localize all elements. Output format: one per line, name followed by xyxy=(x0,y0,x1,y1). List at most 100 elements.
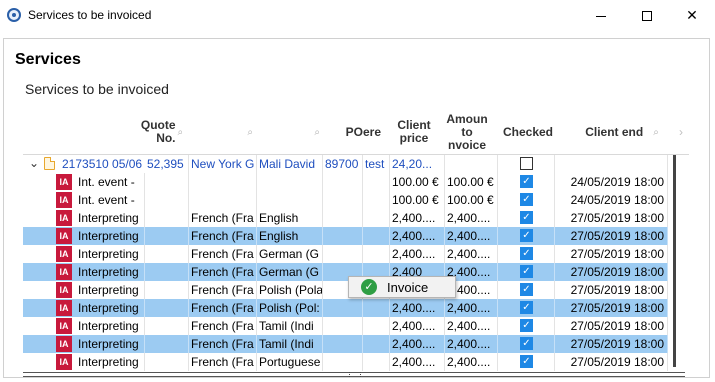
filter-search-icon[interactable]: ⌕ xyxy=(653,126,659,139)
checked-checkbox[interactable]: ✓ xyxy=(520,265,533,278)
client-price-cell: 100.00 € xyxy=(390,191,445,209)
column-header-quote-no[interactable]: Quote No. ⌕ xyxy=(141,109,183,155)
amount-cell: 2,400.... xyxy=(445,317,498,335)
column-header-checked[interactable]: Checked xyxy=(499,109,557,155)
filter-search-icon[interactable]: ⌕ xyxy=(178,126,183,139)
group-contact[interactable]: Mali David xyxy=(257,155,323,173)
ere-cell xyxy=(363,245,390,263)
chevron-down-icon[interactable]: ⌄ xyxy=(29,156,39,170)
quote-cell xyxy=(145,281,189,299)
table-row[interactable]: IA Int. event - 100.00 €100.00 € 24/05/2019… xyxy=(23,173,668,191)
checked-checkbox[interactable]: ✓ xyxy=(520,355,533,368)
ere-cell xyxy=(363,209,390,227)
amount-cell: 2,400.... xyxy=(445,245,498,263)
source-language-cell: French (Fra xyxy=(189,263,257,281)
quote-cell xyxy=(145,209,189,227)
po-cell xyxy=(323,299,363,317)
invoice-button[interactable]: ✓ Invoice xyxy=(348,276,456,298)
group-quote-no: 52,395 xyxy=(145,155,189,173)
client-price-cell: 2,400.... xyxy=(390,353,445,371)
checked-checkbox[interactable]: ✓ xyxy=(520,229,533,242)
column-header-client[interactable]: ⌕ xyxy=(185,109,253,155)
quote-cell xyxy=(145,263,189,281)
interpreting-service-icon: IA xyxy=(56,228,72,244)
minimize-button[interactable] xyxy=(578,0,624,31)
group-row[interactable]: ⌄ 2173510 05/06 52,395 New York G Mali D… xyxy=(23,155,668,173)
table-row[interactable]: IA Interpreting French (Fra Polish (Pola 2,4… xyxy=(23,281,668,299)
checked-checkbox[interactable]: ✓ xyxy=(520,175,533,188)
table-row[interactable]: IA Interpreting French (Fra English 2,400...… xyxy=(23,209,668,227)
target-language-cell xyxy=(257,191,323,209)
source-language-cell: French (Fra xyxy=(189,335,257,353)
client-end-cell: 24/05/2019 18:00 xyxy=(555,173,668,191)
checked-checkbox[interactable]: ✓ xyxy=(520,247,533,260)
source-language-cell xyxy=(189,173,257,191)
quote-cell xyxy=(145,191,189,209)
filter-search-icon[interactable]: ⌕ xyxy=(314,126,320,139)
client-end-cell: 24/05/2019 18:00 xyxy=(555,191,668,209)
window-title: Services to be invoiced xyxy=(28,8,152,22)
service-cell: Interpreting xyxy=(76,263,145,281)
column-header-ere[interactable]: ere xyxy=(363,109,385,155)
quote-cell xyxy=(145,353,189,371)
column-header-po[interactable]: PO xyxy=(323,109,363,155)
service-cell: Interpreting xyxy=(76,299,145,317)
ere-cell xyxy=(363,317,390,335)
amount-cell: 2,400.... xyxy=(445,353,498,371)
table-row[interactable]: IA Interpreting French (Fra German (G 2,400.… xyxy=(23,245,668,263)
maximize-button[interactable] xyxy=(624,0,670,31)
service-cell: Interpreting xyxy=(76,335,145,353)
target-language-cell: German (G xyxy=(257,245,323,263)
service-cell: Interpreting xyxy=(76,353,145,371)
scrollbar-grip[interactable] xyxy=(349,372,361,377)
target-language-cell: English xyxy=(257,209,323,227)
checked-checkbox[interactable]: ✓ xyxy=(520,193,533,206)
section-subtitle: Services to be invoiced xyxy=(25,81,169,97)
interpreting-service-icon: IA xyxy=(56,192,72,208)
group-po: 89700 xyxy=(323,155,363,173)
column-header-client-end[interactable]: Client end ⌕ xyxy=(575,109,669,155)
scrollbar-thumb[interactable] xyxy=(673,155,676,367)
target-language-cell: Tamil (Indi xyxy=(257,317,323,335)
table-row[interactable]: IA Interpreting French (Fra English 2,400...… xyxy=(23,227,668,245)
ere-cell xyxy=(363,173,390,191)
quote-cell xyxy=(145,245,189,263)
horizontal-scrollbar[interactable] xyxy=(23,372,685,377)
scroll-right-icon[interactable]: › xyxy=(679,125,683,139)
grid-header: Quote No. ⌕ ⌕ ⌕ PO ere Client price Amou… xyxy=(23,109,689,155)
column-header-client-price[interactable]: Client price xyxy=(389,109,439,155)
source-language-cell: French (Fra xyxy=(189,245,257,263)
checked-checkbox[interactable]: ✓ xyxy=(520,319,533,332)
close-button[interactable]: ✕ xyxy=(669,0,715,31)
table-row[interactable]: IA Int. event - 100.00 €100.00 € 24/05/2019… xyxy=(23,191,668,209)
checked-checkbox[interactable]: ✓ xyxy=(520,301,533,314)
source-language-cell: French (Fra xyxy=(189,209,257,227)
vertical-scrollbar[interactable] xyxy=(670,155,680,367)
table-row[interactable]: IA Interpreting French (Fra Polish (Pol: 2,4… xyxy=(23,299,668,317)
client-price-cell: 2,400.... xyxy=(390,335,445,353)
checked-checkbox[interactable]: ✓ xyxy=(520,211,533,224)
quote-cell xyxy=(145,317,189,335)
service-cell: Interpreting xyxy=(76,227,145,245)
table-row[interactable]: IA Interpreting French (Fra Tamil (Indi 2,40… xyxy=(23,335,668,353)
checked-checkbox[interactable]: ✓ xyxy=(520,283,533,296)
column-header-contact[interactable]: ⌕ xyxy=(255,109,320,155)
column-header-amount-to-invoice[interactable]: Amoun to nvoice xyxy=(441,109,493,155)
checked-checkbox[interactable]: ✓ xyxy=(520,337,533,350)
group-ere: test xyxy=(363,155,390,173)
app-logo-icon xyxy=(7,8,21,22)
target-language-cell xyxy=(257,173,323,191)
service-cell: Interpreting xyxy=(76,209,145,227)
client-price-cell: 100.00 € xyxy=(390,173,445,191)
group-checked-checkbox[interactable] xyxy=(520,157,533,170)
table-row[interactable]: IA Interpreting French (Fra Portuguese 2,400… xyxy=(23,353,668,371)
table-row[interactable]: IA Interpreting French (Fra German (G 2,400 2… xyxy=(23,263,668,281)
group-client[interactable]: New York G xyxy=(189,155,257,173)
filter-search-icon[interactable]: ⌕ xyxy=(247,126,253,139)
client-end-cell: 27/05/2019 18:00 xyxy=(555,209,668,227)
po-cell xyxy=(323,245,363,263)
client-end-cell: 27/05/2019 18:00 xyxy=(555,299,668,317)
table-row[interactable]: IA Interpreting French (Fra Tamil (Indi 2,40… xyxy=(23,317,668,335)
po-cell xyxy=(323,353,363,371)
services-panel: Services Services to be invoiced Quote No… xyxy=(3,38,710,378)
